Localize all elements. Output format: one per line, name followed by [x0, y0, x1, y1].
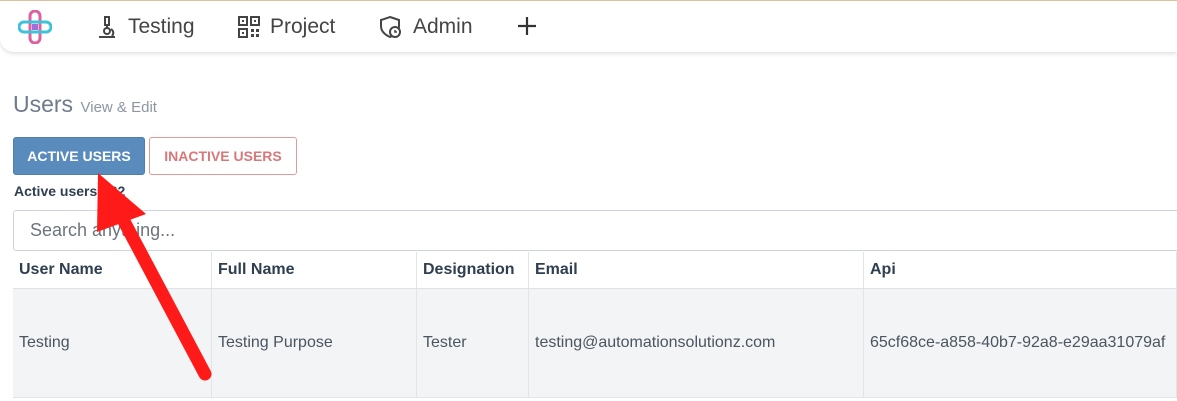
nav-project-label: Project [270, 15, 336, 38]
cell-api: 65cf68ce-a858-40b7-92a8-e29aa31079af [864, 289, 1177, 397]
page-title-main: Users [13, 91, 74, 117]
top-navbar: Testing Project Admin [0, 0, 1177, 52]
active-users-count: Active users : 62 [14, 183, 126, 199]
column-header-api[interactable]: Api [864, 252, 1177, 288]
cell-user-name: Testing [13, 289, 212, 397]
column-header-user-name[interactable]: User Name [13, 252, 212, 288]
nav-testing-label: Testing [128, 15, 195, 38]
nav-testing[interactable]: Testing [96, 13, 195, 41]
column-header-email[interactable]: Email [529, 252, 864, 288]
cell-designation: Tester [417, 289, 529, 397]
app-logo-icon[interactable] [18, 10, 52, 44]
page-title-subtitle: View & Edit [80, 99, 157, 116]
column-header-designation[interactable]: Designation [417, 252, 529, 288]
users-table: User Name Full Name Designation Email Ap… [13, 252, 1177, 398]
table-row[interactable]: Testing Testing Purpose Tester testing@a… [13, 289, 1177, 398]
cell-email: testing@automationsolutionz.com [529, 289, 864, 397]
nav-admin-label: Admin [413, 15, 473, 38]
search-input[interactable] [13, 210, 1177, 251]
active-users-button[interactable]: ACTIVE USERS [13, 137, 145, 175]
microscope-icon [99, 16, 115, 38]
column-header-full-name[interactable]: Full Name [212, 252, 417, 288]
shield-clock-icon [380, 15, 401, 39]
page-title: Users View & Edit [13, 91, 157, 118]
nav-admin[interactable]: Admin [379, 13, 473, 41]
table-header-row: User Name Full Name Designation Email Ap… [13, 252, 1177, 289]
qr-code-icon [238, 16, 260, 38]
nav-project[interactable]: Project [238, 13, 335, 41]
plus-icon[interactable] [515, 14, 539, 38]
cell-full-name: Testing Purpose [212, 289, 417, 397]
inactive-users-button[interactable]: INACTIVE USERS [149, 137, 297, 175]
